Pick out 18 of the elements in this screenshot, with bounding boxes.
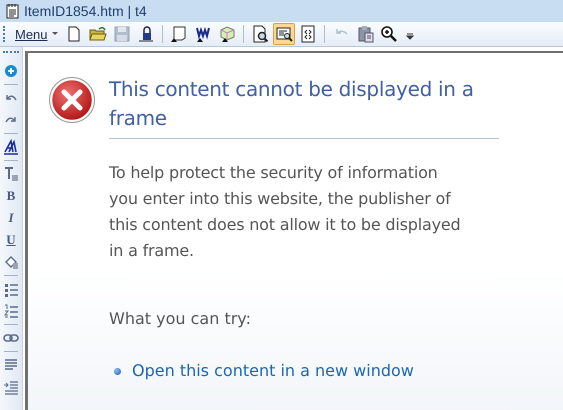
numbered-list-icon[interactable] — [2, 302, 20, 320]
format-bold-button[interactable]: B — [2, 187, 20, 205]
text-box-icon[interactable] — [2, 165, 20, 183]
caret-icon — [52, 32, 58, 36]
error-heading: This content cannot be displayed in a frame — [109, 75, 499, 139]
suggestions-heading: What you can try: — [109, 308, 252, 330]
link[interactable]: Open this content in a new window — [132, 358, 414, 384]
menu-button[interactable]: Menu — [12, 26, 61, 42]
format-italic-button[interactable]: I — [2, 209, 20, 227]
find-in-page-icon[interactable] — [272, 23, 295, 45]
error-description: To help protect the security of information you enter into this website, the publisher of this content does not allow it to be displayed in a frame. — [109, 162, 462, 262]
plus-circle-icon[interactable] — [2, 62, 20, 80]
format-underline-button[interactable]: U — [2, 231, 20, 249]
bullet-icon — [114, 368, 121, 374]
error-icon — [49, 77, 95, 123]
window-title: ItemID1854.htm | t4 — [24, 3, 147, 19]
document-icon — [6, 3, 19, 19]
font-style-icon[interactable] — [2, 138, 20, 156]
